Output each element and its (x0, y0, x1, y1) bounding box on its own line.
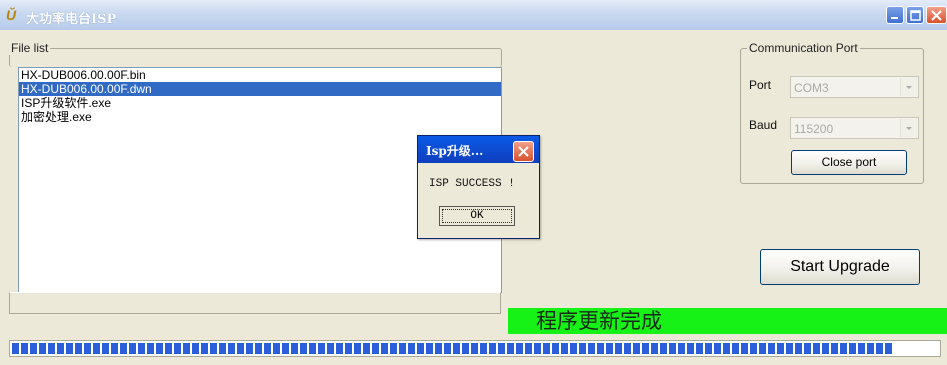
app-logo-icon: Ŭ (6, 7, 17, 23)
dialog-title-bar[interactable]: Isp升级... (418, 136, 539, 163)
focus-ring (442, 209, 512, 223)
close-button[interactable] (926, 6, 947, 24)
port-select[interactable]: COM3 (790, 76, 919, 98)
list-footer-strip (9, 292, 501, 314)
list-item[interactable]: ISP升级软件.exe (19, 96, 501, 110)
dialog-message: ISP SUCCESS ! (429, 178, 515, 190)
dialog-title: Isp升级... (426, 144, 484, 158)
start-upgrade-button[interactable]: Start Upgrade (760, 249, 920, 285)
status-bar: 程序更新完成 (508, 308, 947, 334)
baud-select[interactable]: 115200 (790, 117, 919, 139)
dialog-ok-button[interactable]: OK (439, 206, 515, 226)
file-list-group (9, 48, 502, 67)
list-item[interactable]: HX-DUB006.00.00F.bin (19, 68, 501, 82)
maximize-icon (910, 10, 921, 21)
isp-success-dialog: Isp升级... ISP SUCCESS ! OK (417, 135, 540, 239)
status-text: 程序更新完成 (536, 309, 662, 333)
window-title: 大功率电台ISP (26, 12, 117, 27)
minimize-button[interactable] (886, 6, 904, 24)
list-item[interactable]: 加密处理.exe (19, 110, 501, 124)
baud-label: Baud (749, 118, 778, 132)
list-item-selected[interactable]: HX-DUB006.00.00F.dwn (19, 82, 501, 96)
baud-select-value: 115200 (794, 122, 834, 136)
window-title-bar[interactable]: Ŭ 大功率电台ISP (0, 0, 947, 30)
progress-fill (12, 343, 892, 354)
file-list-label: File list (9, 41, 51, 55)
chevron-down-icon[interactable] (900, 119, 917, 137)
port-label: Port (749, 78, 772, 92)
minimize-icon (891, 17, 898, 19)
close-icon (518, 146, 529, 157)
dialog-close-button[interactable] (513, 141, 534, 162)
upgrade-progress-bar (9, 340, 941, 357)
maximize-button[interactable] (906, 6, 924, 24)
close-icon (931, 10, 942, 21)
communication-port-label: Communication Port (747, 41, 860, 55)
close-port-button[interactable]: Close port (791, 150, 907, 175)
port-select-value: COM3 (794, 81, 829, 95)
chevron-down-icon[interactable] (900, 78, 917, 96)
